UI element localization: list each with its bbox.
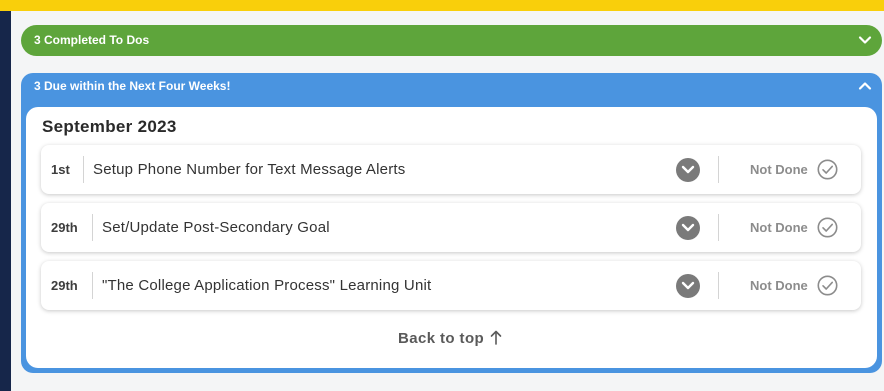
back-to-top-label: Back to top [398,330,485,347]
divider [92,272,93,299]
back-to-top-link[interactable]: Back to top [398,330,502,347]
chevron-down-icon [681,223,695,232]
chevron-up-icon[interactable] [858,79,872,93]
expand-details-button[interactable] [676,274,700,298]
divider [718,272,719,299]
chevron-down-icon [681,165,695,174]
todo-date: 1st [51,162,70,177]
todo-date: 29th [51,278,78,293]
due-todos-panel: 3 Due within the Next Four Weeks! Septem… [21,73,882,373]
todo-label[interactable]: Set/Update Post-Secondary Goal [102,203,330,252]
todo-status: Not Done [750,220,808,235]
divider [718,156,719,183]
chevron-down-icon[interactable] [858,33,872,47]
expand-details-button[interactable] [676,216,700,240]
due-todos-body: September 2023 1st Setup Phone Number fo… [26,107,877,368]
check-circle-icon[interactable] [817,159,838,180]
todo-status: Not Done [750,278,808,293]
check-circle-icon[interactable] [817,217,838,238]
todo-label[interactable]: "The College Application Process" Learni… [102,261,431,310]
top-accent-stripe [0,0,884,11]
divider [83,156,84,183]
chevron-down-icon [681,281,695,290]
month-heading: September 2023 [42,117,177,136]
todo-row[interactable]: 29th Set/Update Post-Secondary Goal Not … [41,203,861,252]
arrow-up-icon [490,330,502,345]
check-circle-icon[interactable] [817,275,838,296]
completed-todos-panel[interactable]: 3 Completed To Dos [21,25,882,56]
divider [718,214,719,241]
todo-label[interactable]: Setup Phone Number for Text Message Aler… [93,145,405,194]
expand-details-button[interactable] [676,158,700,182]
todo-row[interactable]: 29th "The College Application Process" L… [41,261,861,310]
due-todos-title[interactable]: 3 Due within the Next Four Weeks! [34,73,230,99]
todo-status: Not Done [750,162,808,177]
completed-todos-title: 3 Completed To Dos [34,33,150,47]
left-navy-bar [0,11,11,391]
todo-date: 29th [51,220,78,235]
todo-row[interactable]: 1st Setup Phone Number for Text Message … [41,145,861,194]
divider [92,214,93,241]
